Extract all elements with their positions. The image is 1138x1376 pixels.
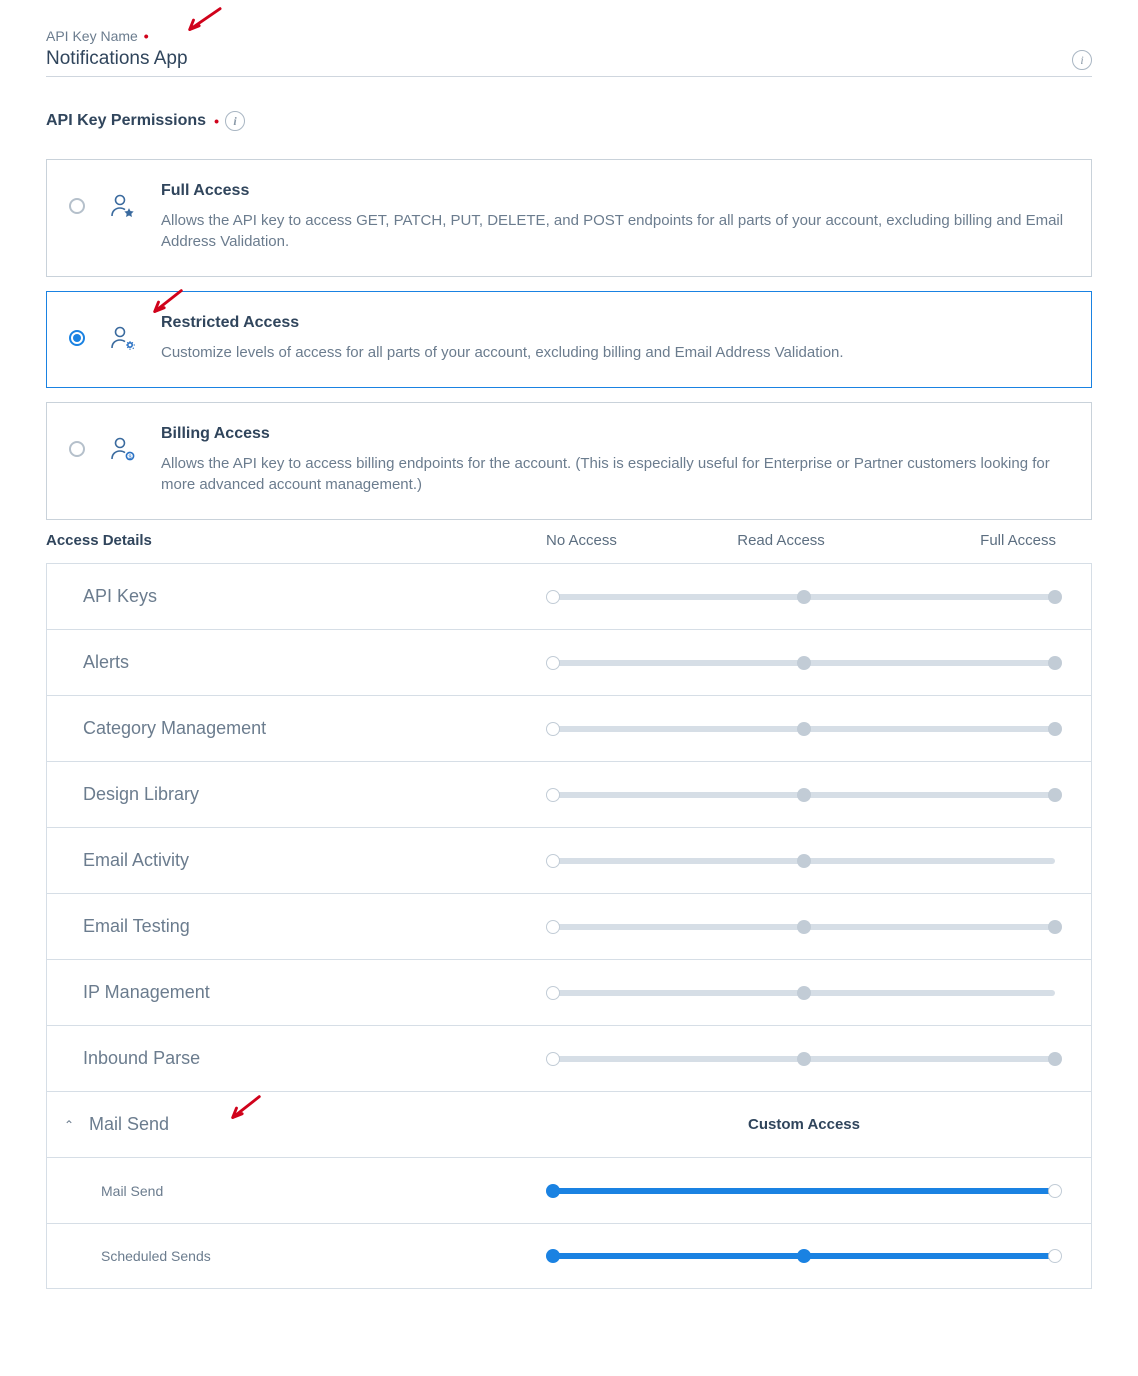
access-row-mail-send[interactable]: ⌃ Mail Send Custom Access	[46, 1091, 1092, 1157]
permission-option-full[interactable]: Full Access Allows the API key to access…	[46, 159, 1092, 277]
api-key-name-input[interactable]: Notifications App	[46, 48, 188, 70]
access-row-alerts: Alerts	[46, 629, 1092, 695]
column-no-access: No Access	[546, 532, 703, 549]
access-row-email-testing: Email Testing	[46, 893, 1092, 959]
permission-option-billing[interactable]: $ Billing Access Allows the API key to a…	[46, 402, 1092, 520]
info-icon[interactable]: i	[1072, 50, 1092, 70]
permission-desc: Allows the API key to access GET, PATCH,…	[161, 210, 1069, 252]
access-row-email-activity: Email Activity	[46, 827, 1092, 893]
access-subrow-mail-send: Mail Send	[46, 1157, 1092, 1223]
access-row-api-keys: API Keys	[46, 563, 1092, 629]
info-icon[interactable]: i	[225, 111, 245, 131]
column-read-access: Read Access	[703, 532, 900, 549]
permission-desc: Customize levels of access for all parts…	[161, 342, 1069, 363]
access-slider[interactable]	[553, 1184, 1091, 1198]
access-slider[interactable]	[553, 656, 1091, 670]
access-slider[interactable]	[553, 1052, 1091, 1066]
access-row-category: Category Management	[46, 695, 1092, 761]
user-dollar-icon: $	[109, 435, 137, 463]
radio-full-access[interactable]	[69, 198, 85, 214]
access-rows: API Keys Alerts Category Management	[46, 563, 1092, 1289]
custom-access-label: Custom Access	[553, 1116, 1091, 1133]
permission-desc: Allows the API key to access billing end…	[161, 453, 1069, 495]
user-gear-icon	[109, 324, 137, 352]
access-row-ip: IP Management	[46, 959, 1092, 1025]
permission-option-restricted[interactable]: Restricted Access Customize levels of ac…	[46, 291, 1092, 388]
access-slider[interactable]	[553, 788, 1091, 802]
permission-title: Billing Access	[161, 425, 1069, 443]
access-slider[interactable]	[553, 854, 1091, 868]
access-slider[interactable]	[553, 722, 1091, 736]
column-full-access: Full Access	[899, 532, 1092, 549]
user-star-icon	[109, 192, 137, 220]
access-slider[interactable]	[553, 986, 1091, 1000]
access-slider[interactable]	[553, 920, 1091, 934]
access-details-title: Access Details	[46, 532, 546, 549]
svg-text:$: $	[128, 455, 131, 461]
access-subrow-scheduled-sends: Scheduled Sends	[46, 1223, 1092, 1289]
access-slider[interactable]	[553, 590, 1091, 604]
access-row-inbound: Inbound Parse	[46, 1025, 1092, 1091]
radio-restricted-access[interactable]	[69, 330, 85, 346]
api-key-name-label: API Key Name •	[46, 28, 1092, 44]
chevron-up-icon[interactable]: ⌃	[61, 1118, 77, 1132]
permission-title: Restricted Access	[161, 314, 1069, 332]
access-row-design: Design Library	[46, 761, 1092, 827]
permission-title: Full Access	[161, 182, 1069, 200]
permissions-title: API Key Permissions• i	[46, 111, 1092, 131]
required-dot-icon: •	[214, 113, 219, 129]
access-slider[interactable]	[553, 1249, 1091, 1263]
radio-billing-access[interactable]	[69, 441, 85, 457]
required-dot-icon: •	[140, 28, 149, 44]
